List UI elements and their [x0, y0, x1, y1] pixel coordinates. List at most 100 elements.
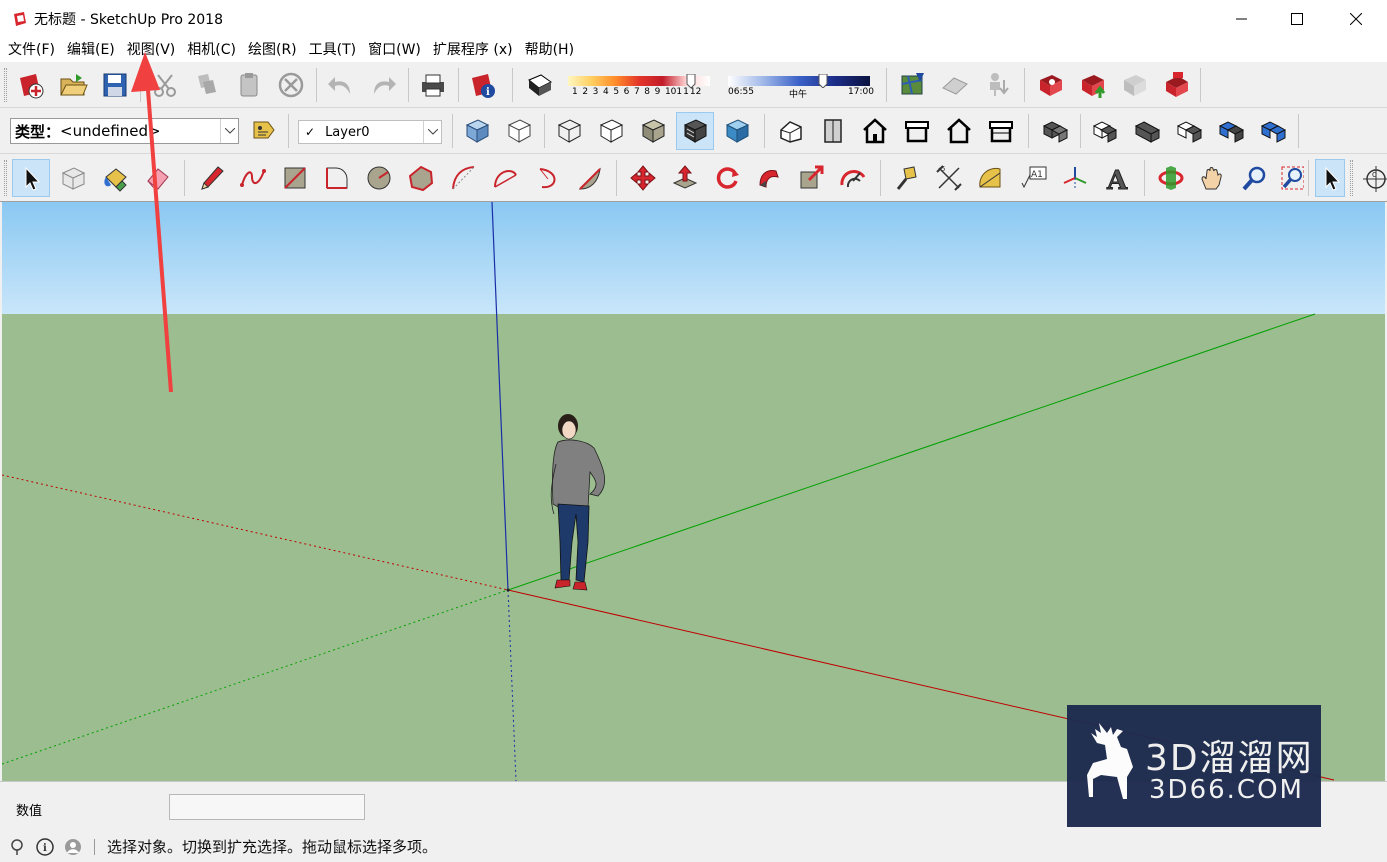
- freehand-tool[interactable]: [234, 159, 272, 197]
- open-button[interactable]: [54, 66, 92, 104]
- paint-bucket-tool[interactable]: [96, 159, 134, 197]
- copy-button[interactable]: [188, 66, 226, 104]
- minimize-button[interactable]: [1213, 0, 1271, 38]
- select-tool-secondary[interactable]: [1315, 159, 1345, 197]
- trim-button[interactable]: [1212, 112, 1250, 150]
- hidden-line-style-button[interactable]: [592, 112, 630, 150]
- move-tool[interactable]: [624, 159, 662, 197]
- share-component-button[interactable]: [1116, 66, 1154, 104]
- save-button[interactable]: [96, 66, 134, 104]
- paste-button[interactable]: [230, 66, 268, 104]
- geolocation-icon[interactable]: [6, 836, 28, 858]
- push-pull-tool[interactable]: [666, 159, 704, 197]
- extension-warehouse-button[interactable]: [1158, 66, 1196, 104]
- menu-edit[interactable]: 编辑(E): [61, 38, 121, 62]
- time-slider-thumb[interactable]: [818, 74, 828, 88]
- user-account-icon[interactable]: [62, 836, 84, 858]
- menu-help[interactable]: 帮助(H): [519, 38, 580, 62]
- axes-tool[interactable]: [1056, 159, 1094, 197]
- menu-view[interactable]: 视图(V): [121, 38, 182, 62]
- model-info-button[interactable]: i: [464, 66, 502, 104]
- toolbar-grip[interactable]: [1350, 160, 1353, 196]
- right-view-button[interactable]: [898, 112, 936, 150]
- 3d-text-tool[interactable]: A: [1098, 159, 1136, 197]
- undo-button[interactable]: [322, 66, 360, 104]
- text-tool[interactable]: A1: [1014, 159, 1052, 197]
- menu-draw[interactable]: 绘图(R): [242, 38, 303, 62]
- wireframe-style-button[interactable]: [550, 112, 588, 150]
- position-camera-tool[interactable]: C: [1358, 159, 1387, 197]
- component-options-button[interactable]: [244, 112, 282, 150]
- follow-me-tool[interactable]: [750, 159, 788, 197]
- union-button[interactable]: [1128, 112, 1166, 150]
- share-model-button[interactable]: [1074, 66, 1112, 104]
- rectangle-tool[interactable]: [276, 159, 314, 197]
- chevron-down-icon[interactable]: [423, 121, 441, 143]
- pie-tool[interactable]: [570, 159, 608, 197]
- split-button[interactable]: [1254, 112, 1292, 150]
- vcb-value-input[interactable]: [169, 794, 365, 820]
- back-edges-style-button[interactable]: [500, 112, 538, 150]
- two-point-arc-tool[interactable]: [486, 159, 524, 197]
- toolbar-grip[interactable]: [4, 68, 7, 102]
- menu-window[interactable]: 窗口(W): [362, 38, 427, 62]
- three-point-arc-tool[interactable]: [528, 159, 566, 197]
- outer-shell-button[interactable]: [1036, 112, 1074, 150]
- 3d-warehouse-button[interactable]: [1032, 66, 1070, 104]
- rotate-tool[interactable]: [708, 159, 746, 197]
- cut-button[interactable]: [146, 66, 184, 104]
- left-view-button[interactable]: [982, 112, 1020, 150]
- print-button[interactable]: [414, 66, 452, 104]
- rotated-rectangle-tool[interactable]: [318, 159, 356, 197]
- monochrome-style-button[interactable]: [718, 112, 756, 150]
- tape-measure-tool[interactable]: [888, 159, 926, 197]
- shaded-style-button[interactable]: [634, 112, 672, 150]
- menu-extensions[interactable]: 扩展程序 (x): [427, 38, 519, 62]
- back-view-button[interactable]: [940, 112, 978, 150]
- model-viewport[interactable]: [2, 202, 1385, 781]
- circle-tool[interactable]: [360, 159, 398, 197]
- layer-selector[interactable]: ✓ Layer0: [298, 120, 442, 144]
- shaded-textures-style-button[interactable]: [676, 112, 714, 150]
- protractor-tool[interactable]: [972, 159, 1010, 197]
- chevron-down-icon[interactable]: [220, 119, 238, 143]
- photo-textures-button[interactable]: [978, 66, 1016, 104]
- front-view-button[interactable]: [856, 112, 894, 150]
- shadow-toggle-button[interactable]: [520, 66, 558, 104]
- redo-button[interactable]: [364, 66, 402, 104]
- toolbar-grip[interactable]: [4, 160, 7, 196]
- subtract-button[interactable]: [1170, 112, 1208, 150]
- close-button[interactable]: [1327, 0, 1385, 38]
- new-button[interactable]: [12, 66, 50, 104]
- shadow-time-slider[interactable]: [728, 76, 870, 86]
- dimension-tool[interactable]: 5: [930, 159, 968, 197]
- eraser-tool[interactable]: [138, 159, 176, 197]
- select-tool[interactable]: [12, 159, 50, 197]
- make-component-tool[interactable]: [54, 159, 92, 197]
- line-tool[interactable]: [192, 159, 230, 197]
- zoom-window-tool[interactable]: [1278, 159, 1304, 197]
- arc-tool[interactable]: [444, 159, 482, 197]
- add-location-button[interactable]: [894, 66, 932, 104]
- erase-button[interactable]: [272, 66, 310, 104]
- toggle-terrain-button[interactable]: [936, 66, 974, 104]
- pan-tool[interactable]: [1194, 159, 1232, 197]
- iso-view-button[interactable]: [772, 112, 810, 150]
- offset-tool[interactable]: [834, 159, 872, 197]
- orbit-tool[interactable]: [1152, 159, 1190, 197]
- intersect-button[interactable]: [1086, 112, 1124, 150]
- maximize-button[interactable]: [1268, 0, 1326, 38]
- menu-tools[interactable]: 工具(T): [303, 38, 362, 62]
- red-axis-negative: [2, 474, 509, 591]
- polygon-tool[interactable]: [402, 159, 440, 197]
- xray-style-button[interactable]: [458, 112, 496, 150]
- scale-figure-person[interactable]: [550, 414, 606, 591]
- zoom-tool[interactable]: [1236, 159, 1274, 197]
- model-info-icon[interactable]: i: [34, 836, 56, 858]
- menu-file[interactable]: 文件(F): [2, 38, 61, 62]
- type-selector[interactable]: 类型： <undefined>: [10, 118, 239, 144]
- date-slider-thumb[interactable]: [686, 74, 696, 88]
- scale-tool[interactable]: [792, 159, 830, 197]
- menu-camera[interactable]: 相机(C): [181, 38, 242, 62]
- top-view-button[interactable]: [814, 112, 852, 150]
